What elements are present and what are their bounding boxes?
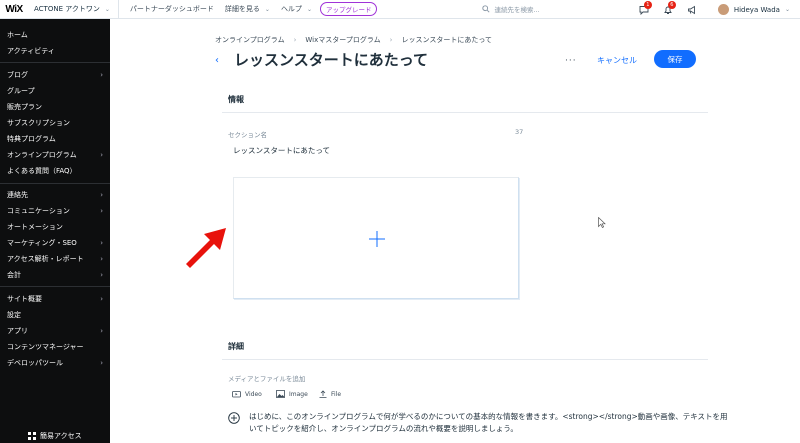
- chevron-down-icon: ⌄: [264, 5, 270, 13]
- chevron-right-icon: ›: [100, 191, 103, 199]
- sidebar-divider: [0, 183, 110, 184]
- grid-icon: [28, 432, 36, 440]
- notifications-badge: 6: [667, 0, 676, 9]
- upgrade-button[interactable]: アップグレード: [319, 2, 378, 16]
- back-chevron-icon[interactable]: ‹: [215, 55, 219, 66]
- chevron-right-icon: ›: [100, 327, 103, 335]
- details-section-header: 詳細: [228, 342, 244, 351]
- add-media-label: メディアとファイルを追加: [228, 375, 306, 383]
- sidebar-item-marketing-seo[interactable]: マーケティング・SEO ›: [7, 238, 103, 248]
- breadcrumb: オンラインプログラム › Wixマスタープログラム › レッスンスタートにあたっ…: [215, 35, 492, 45]
- chevron-right-icon: ›: [100, 255, 103, 263]
- search-bar[interactable]: 連続先を検索...: [482, 4, 642, 14]
- page-title: レッスンスタートにあたって: [234, 51, 428, 69]
- chevron-right-icon: ›: [100, 239, 103, 247]
- mouse-cursor-icon: [598, 217, 606, 228]
- description-text[interactable]: はじめに、このオンラインプログラムで何が学べるのかについての基本的な情報を書きま…: [249, 411, 729, 435]
- sidebar-item-content-manager[interactable]: コンテンツマネージャー: [7, 342, 103, 352]
- breadcrumb-item-current: レッスンスタートにあたって: [401, 36, 492, 44]
- add-video-button[interactable]: Video: [232, 390, 262, 398]
- sidebar-item-groups[interactable]: グループ: [7, 86, 103, 96]
- sidebar-item-subscriptions[interactable]: サブスクリプション: [7, 118, 103, 128]
- sidebar-item-pricing-plans[interactable]: 販売プラン: [7, 102, 103, 112]
- sidebar-item-blog[interactable]: ブログ ›: [7, 70, 103, 80]
- sidebar-item-communication[interactable]: コミュニケーション ›: [7, 206, 103, 216]
- chevron-right-icon: ›: [100, 271, 103, 279]
- main-content: オンラインプログラム › Wixマスタープログラム › レッスンスタートにあたっ…: [110, 19, 800, 443]
- section-divider: [222, 112, 708, 113]
- nav-partner-dashboard[interactable]: パートナーダッシュボード: [130, 4, 214, 14]
- image-icon: [276, 390, 285, 398]
- site-name: ACTONE アクトワン: [34, 5, 100, 13]
- avatar: [717, 4, 729, 15]
- sidebar-item-automation[interactable]: オートメーション: [7, 222, 103, 232]
- section-name-input[interactable]: レッスンスタートにあたって: [233, 145, 330, 156]
- plus-icon: [369, 231, 385, 247]
- add-image-button[interactable]: Image: [276, 390, 308, 398]
- notifications-button[interactable]: 6: [656, 0, 680, 15]
- chevron-down-icon: ⌄: [784, 6, 790, 13]
- add-file-button[interactable]: File: [319, 390, 341, 398]
- top-icons: 1 6 Hideya Wada ⌄: [632, 0, 800, 19]
- chevron-right-icon: ›: [389, 36, 393, 44]
- chevron-down-icon: ⌄: [306, 5, 312, 13]
- messages-badge: 1: [643, 0, 652, 9]
- sidebar-item-site-overview[interactable]: サイト概要 ›: [7, 294, 103, 304]
- nav-learn-more[interactable]: 詳細を見る ⌄: [225, 4, 270, 14]
- site-selector[interactable]: ACTONE アクトワン ⌄: [34, 0, 119, 19]
- more-actions-button[interactable]: ···: [565, 56, 577, 66]
- section-name-label: セクション名: [228, 131, 267, 139]
- messages-button[interactable]: 1: [632, 0, 656, 15]
- upload-icon: [319, 390, 327, 398]
- sidebar-item-developer-tools[interactable]: デベロッパツール ›: [7, 358, 103, 368]
- video-icon: [232, 391, 241, 398]
- chevron-down-icon: ⌄: [104, 5, 110, 13]
- sidebar-item-apps[interactable]: アプリ ›: [7, 326, 103, 336]
- chevron-right-icon: ›: [100, 295, 103, 303]
- megaphone-icon: [687, 5, 695, 14]
- sidebar-item-home[interactable]: ホーム: [7, 30, 103, 40]
- cancel-button[interactable]: キャンセル: [597, 55, 637, 66]
- search-placeholder: 連続先を検索...: [494, 6, 540, 14]
- sidebar-item-contacts[interactable]: 連絡先 ›: [7, 190, 103, 200]
- image-upload-area[interactable]: [233, 177, 519, 299]
- wix-logo[interactable]: WiX: [0, 4, 28, 15]
- sidebar-item-analytics[interactable]: アクセス解析・レポート ›: [7, 254, 103, 264]
- chevron-right-icon: ›: [100, 71, 103, 79]
- info-section-header: 情報: [228, 95, 244, 104]
- sidebar: ホーム アクティビティ ブログ › グループ 販売プラン サブスクリプション 特典…: [0, 19, 110, 443]
- sidebar-item-loyalty[interactable]: 特典プログラム: [7, 134, 103, 144]
- sidebar-item-online-programs[interactable]: オンラインプログラム ›: [7, 150, 103, 160]
- sidebar-item-faq[interactable]: よくある質問（FAQ）: [7, 166, 103, 176]
- breadcrumb-item-program[interactable]: Wixマスタープログラム: [305, 35, 380, 45]
- nav-help[interactable]: ヘルプ ⌄: [281, 4, 312, 14]
- add-circle-icon[interactable]: [228, 412, 240, 424]
- section-divider: [222, 359, 708, 360]
- red-arrow-annotation-icon: [186, 228, 226, 268]
- quick-access-button[interactable]: 簡易アクセス: [28, 431, 82, 441]
- save-button[interactable]: 保存: [654, 50, 696, 68]
- chevron-right-icon: ›: [100, 207, 103, 215]
- sidebar-divider: [0, 286, 110, 287]
- sidebar-divider: [0, 62, 110, 63]
- sidebar-item-accounting[interactable]: 会計 ›: [7, 270, 103, 280]
- sidebar-item-settings[interactable]: 設定: [7, 310, 103, 320]
- announcements-button[interactable]: [680, 5, 704, 15]
- breadcrumb-item-online-programs[interactable]: オンラインプログラム: [215, 35, 285, 45]
- search-icon: [482, 5, 491, 13]
- user-menu[interactable]: Hideya Wada ⌄: [717, 4, 790, 15]
- top-bar: WiX ACTONE アクトワン ⌄ パートナーダッシュボード 詳細を見る ⌄ ヘ…: [0, 0, 800, 19]
- chevron-right-icon: ›: [293, 36, 297, 44]
- user-name: Hideya Wada: [733, 5, 780, 14]
- chevron-right-icon: ›: [100, 359, 103, 367]
- sidebar-item-activity[interactable]: アクティビティ: [7, 46, 103, 56]
- char-count: 37: [515, 128, 524, 136]
- chevron-right-icon: ›: [100, 151, 103, 159]
